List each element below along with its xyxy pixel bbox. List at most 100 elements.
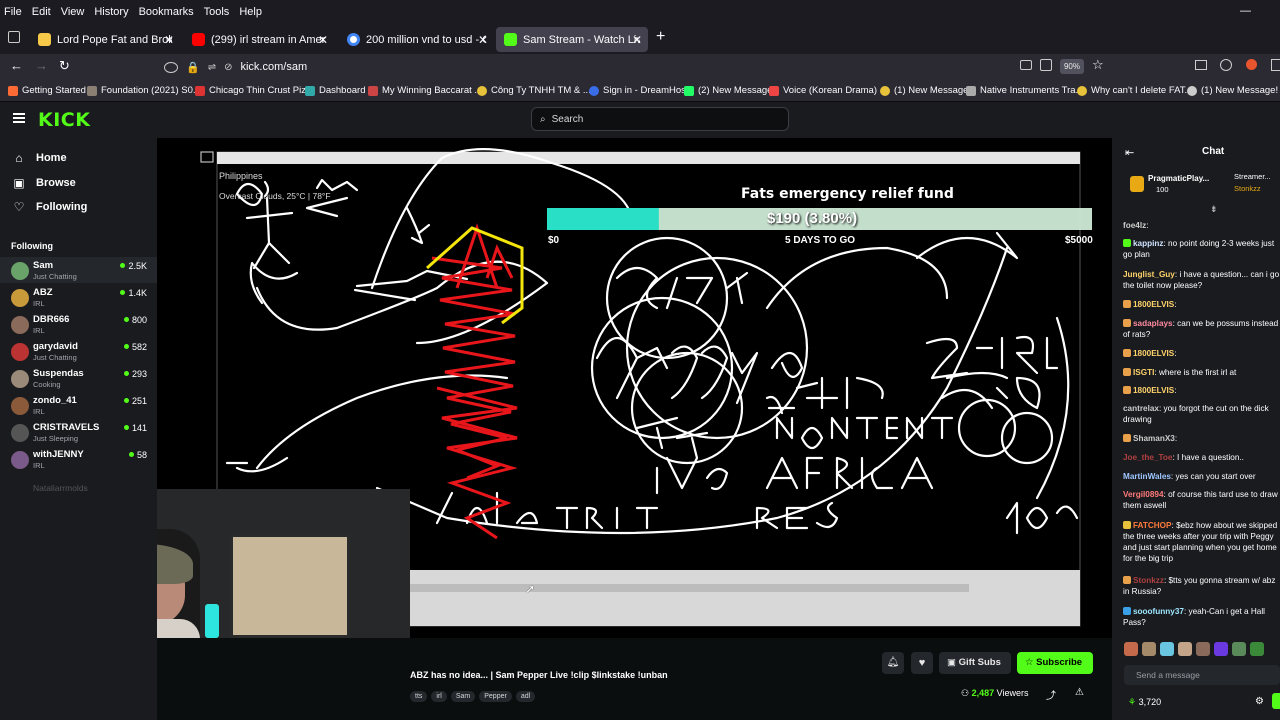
emote-icon[interactable]: [1214, 642, 1228, 656]
tab-list-icon[interactable]: [8, 31, 20, 43]
tab-irl-stream[interactable]: (299) irl stream in America 🇺🇸 D ✕: [184, 27, 334, 52]
bookmark-item[interactable]: Dashboard: [305, 85, 365, 96]
bookmark-item[interactable]: Chicago Thin Crust Piz...: [195, 85, 314, 96]
sidebar-toggle-icon[interactable]: [1195, 60, 1207, 70]
kick-logo[interactable]: KICK: [38, 109, 90, 131]
account-icon[interactable]: [1220, 59, 1232, 71]
menu-bookmarks[interactable]: Bookmarks: [135, 6, 200, 18]
tag[interactable]: irl: [431, 691, 447, 702]
gift-icon: ▣: [947, 657, 959, 668]
tag[interactable]: Sam: [450, 691, 476, 702]
tag[interactable]: adl: [515, 691, 536, 702]
bookmark-item[interactable]: Voice (Korean Drama) ...: [769, 85, 888, 96]
close-tab-icon[interactable]: ✕: [632, 33, 642, 47]
new-tab-icon[interactable]: +: [656, 28, 665, 46]
extensions-menu-icon[interactable]: [1271, 59, 1280, 71]
menu-history[interactable]: History: [90, 6, 134, 18]
tab-bar: Lord Pope Fat and Broke: Saigon ✕ (299) …: [0, 24, 1280, 54]
gift-subs-button[interactable]: ▣ Gift Subs: [939, 652, 1011, 674]
chat-input[interactable]: Send a message: [1124, 665, 1280, 685]
chat-settings-gear-icon[interactable]: ⚙: [1255, 696, 1264, 707]
nav-browse[interactable]: ▣ Browse: [12, 176, 75, 190]
emote-icon[interactable]: [1124, 642, 1138, 656]
channel-item-suspendas[interactable]: Suspendas Cooking 293: [0, 365, 157, 391]
trophy-icon: [1130, 176, 1144, 192]
bookmark-favicon-icon: [8, 85, 18, 96]
bookmark-favicon-icon: [368, 85, 378, 96]
bookmark-item[interactable]: Foundation (2021) S0...: [87, 85, 201, 96]
chat-message: FATCHOP: $ebz how about we skipped the t…: [1123, 521, 1278, 563]
bookmark-item[interactable]: (1) New Message!: [880, 85, 971, 96]
menu-edit[interactable]: Edit: [28, 6, 57, 18]
chat-message: Joe_the_Toe: I have a question..: [1123, 453, 1244, 462]
channel-item-faded[interactable]: Nataliarrmolds: [33, 483, 88, 493]
badge-icon: [1123, 386, 1131, 394]
tag[interactable]: Pepper: [479, 691, 512, 702]
bookmark-item[interactable]: Sign in - DreamHost: [589, 85, 689, 96]
tab-google[interactable]: 200 million vnd to usd - Google ✕: [339, 27, 494, 52]
badge-icon: [1123, 576, 1131, 584]
url-text[interactable]: kick.com/sam: [240, 61, 307, 73]
minimize-icon[interactable]: —: [1236, 5, 1257, 17]
bookmark-item[interactable]: (1) New Message!: [1187, 85, 1278, 96]
bookmark-item[interactable]: Công Ty TNHH TM & ...: [477, 85, 591, 96]
channel-item-withjenny[interactable]: withJENNY IRL 58: [0, 446, 157, 472]
emote-icon[interactable]: [1142, 642, 1156, 656]
shield-icon[interactable]: [164, 61, 178, 73]
tab-sam-stream[interactable]: Sam Stream - Watch Live on ✕: [496, 27, 648, 52]
subscribe-button[interactable]: ☆ Subscribe: [1017, 652, 1093, 674]
channel-item-zondo[interactable]: zondo_41 IRL 251: [0, 392, 157, 418]
tag[interactable]: tts: [410, 691, 428, 702]
permissions-icon[interactable]: ⇌: [208, 62, 216, 73]
forward-icon[interactable]: →: [35, 58, 48, 73]
nav-home[interactable]: ⌂ Home: [12, 151, 66, 165]
badge-icon: [1123, 239, 1131, 247]
menu-file[interactable]: File: [0, 6, 28, 18]
close-tab-icon[interactable]: ✕: [318, 33, 328, 47]
collapse-chat-icon[interactable]: ⇤: [1125, 146, 1134, 159]
search-input[interactable]: ⌕ Search: [531, 107, 789, 131]
video-player[interactable]: Philippines Overcast Clouds, 25°C | 78°F…: [157, 138, 1112, 638]
reload-icon[interactable]: ↻: [59, 58, 70, 74]
hamburger-menu-icon[interactable]: [13, 113, 25, 115]
close-tab-icon[interactable]: ✕: [478, 33, 488, 47]
menu-tools[interactable]: Tools: [200, 6, 236, 18]
emote-icon[interactable]: [1232, 642, 1246, 656]
follow-heart-icon[interactable]: ♥: [911, 652, 933, 674]
emote-icon[interactable]: [1160, 642, 1174, 656]
bookmark-item[interactable]: Native Instruments Tra...: [966, 85, 1083, 96]
report-icon[interactable]: ⚠: [1075, 687, 1084, 698]
extension-icon[interactable]: [1246, 59, 1257, 70]
nav-following[interactable]: ♡ Following: [12, 200, 88, 214]
channel-item-garydavid[interactable]: garydavid Just Chatting 582: [0, 338, 157, 364]
channel-points[interactable]: ⚘ 3,720: [1128, 697, 1161, 708]
chat-message: Vergil0894: of course this tard use to d…: [1123, 490, 1278, 510]
menu-view[interactable]: View: [57, 6, 91, 18]
url-bar[interactable]: 🔒 ⇌ ⊘ kick.com/sam: [156, 58, 1116, 76]
channel-item-dbr666[interactable]: DBR666 IRL 800: [0, 311, 157, 337]
bookmark-item[interactable]: (2) New Message!: [684, 85, 775, 96]
share-icon[interactable]: ⤴: [1046, 687, 1056, 702]
emote-icon[interactable]: [1178, 642, 1192, 656]
emote-icon[interactable]: [1250, 642, 1264, 656]
bookmark-item[interactable]: Why can't I delete FAT...: [1077, 85, 1192, 96]
tab-lord-pope[interactable]: Lord Pope Fat and Broke: Saigon ✕: [30, 27, 180, 52]
menu-help[interactable]: Help: [235, 6, 268, 18]
channel-item-sam[interactable]: Sam Just Chatting 2.5K: [0, 257, 157, 283]
lock-icon[interactable]: 🔒: [186, 61, 200, 74]
fund-amount: $190 (3.80%): [767, 210, 858, 227]
bookmark-item[interactable]: My Winning Baccarat ...: [368, 85, 482, 96]
back-icon[interactable]: ←: [10, 58, 23, 73]
microphone-light: [205, 604, 219, 638]
scroll-down-icon[interactable]: ⇟: [1210, 204, 1218, 215]
pinned-gifts[interactable]: PragmaticPlay... 100 Streamer... Stonkzz: [1112, 166, 1280, 204]
camera-off-icon[interactable]: ⊘: [224, 62, 232, 73]
emote-icon[interactable]: [1196, 642, 1210, 656]
bookmark-item[interactable]: Getting Started: [8, 85, 86, 96]
browse-icon: ▣: [13, 176, 25, 190]
close-tab-icon[interactable]: ✕: [164, 33, 174, 47]
channel-item-cristravels[interactable]: CRISTRAVELS Just Sleeping 141: [0, 419, 157, 445]
channel-item-abz[interactable]: ABZ IRL 1.4K: [0, 284, 157, 310]
notification-bell-icon[interactable]: 🔔︎: [882, 652, 904, 674]
send-button[interactable]: [1272, 693, 1280, 709]
